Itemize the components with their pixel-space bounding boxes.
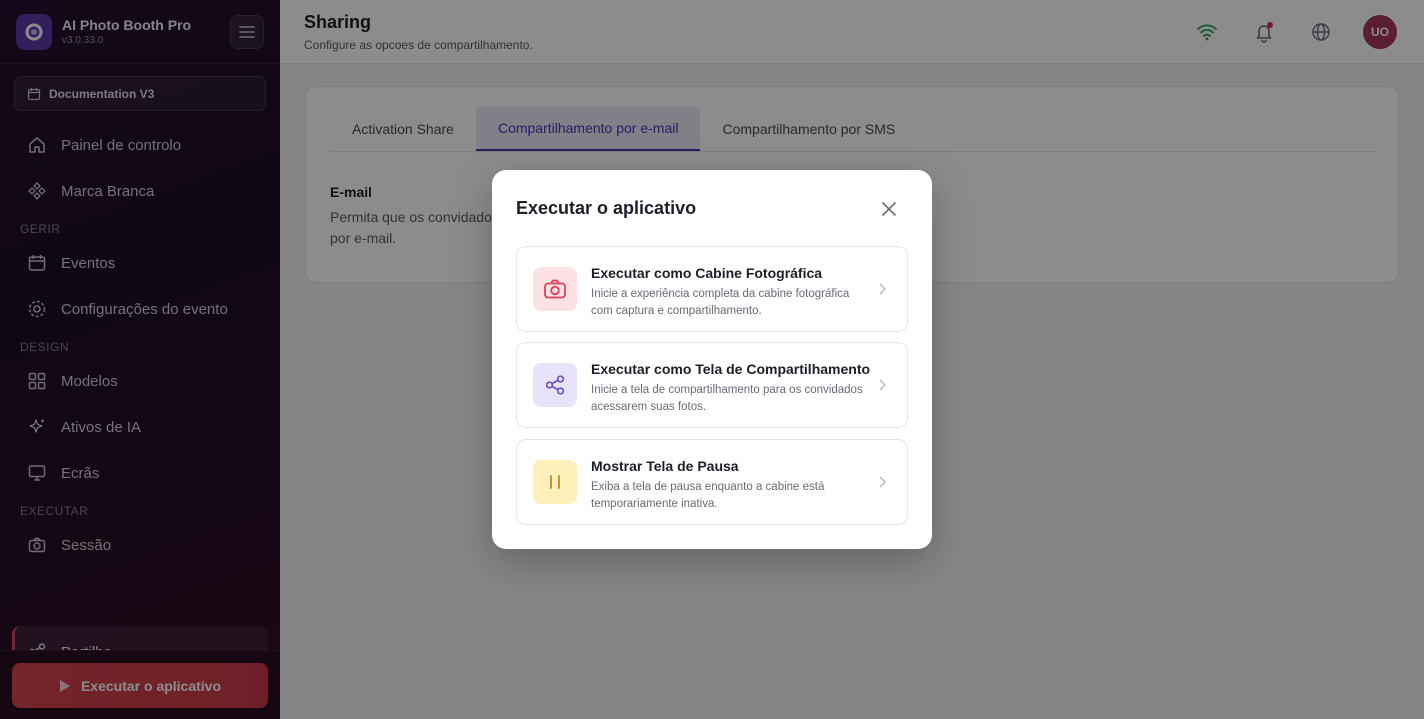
option-description: Exiba a tela de pausa enquanto a cabine … <box>591 481 825 510</box>
chevron-right-icon <box>875 473 891 491</box>
run-photo-booth-option[interactable]: Executar como Cabine Fotográfica Inicie … <box>516 246 908 332</box>
pause-icon <box>533 460 577 504</box>
camera-icon <box>533 267 577 311</box>
run-share-screen-option[interactable]: Executar como Tela de Compartilhamento I… <box>516 342 908 428</box>
show-pause-screen-option[interactable]: Mostrar Tela de Pausa Exiba a tela de pa… <box>516 439 908 525</box>
share-icon <box>533 363 577 407</box>
chevron-right-icon <box>875 280 891 298</box>
close-button[interactable] <box>878 198 900 220</box>
chevron-right-icon <box>875 376 891 394</box>
option-title: Mostrar Tela de Pausa <box>591 458 739 474</box>
option-description: Inicie a experiência completa da cabine … <box>591 288 850 317</box>
run-app-dialog: Executar o aplicativo Executar como Cabi… <box>492 170 932 549</box>
close-icon <box>882 202 896 216</box>
dialog-title: Executar o aplicativo <box>516 198 697 218</box>
option-description: Inicie a tela de compartilhamento para o… <box>591 384 863 413</box>
option-title: Executar como Cabine Fotográfica <box>591 265 823 281</box>
option-title: Executar como Tela de Compartilhamento <box>591 361 871 377</box>
